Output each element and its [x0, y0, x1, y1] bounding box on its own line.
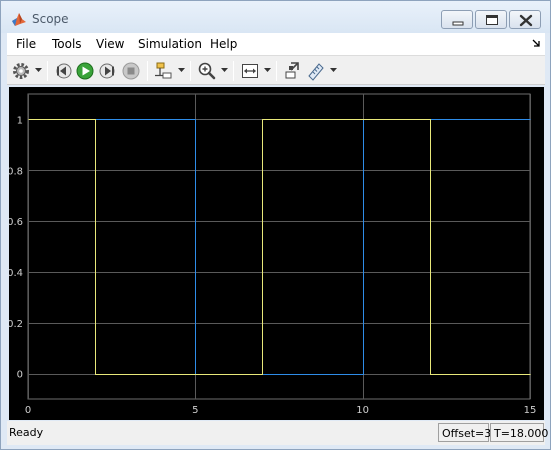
- x-tick-label: 10: [356, 405, 369, 416]
- zoom-dropdown-icon[interactable]: [221, 68, 228, 73]
- window-title: Scope: [32, 12, 69, 26]
- y-tick-label: 0.6: [9, 217, 23, 228]
- y-tick-label: 0.4: [9, 268, 23, 279]
- scope-plot[interactable]: 00.20.40.60.810 5 10 15: [9, 87, 544, 420]
- time-field: T=18.000: [490, 423, 548, 442]
- toolbar-separator: [147, 61, 148, 81]
- x-tick-label: 15: [524, 405, 537, 416]
- matlab-icon: [12, 13, 26, 26]
- status-text: Ready: [9, 426, 44, 439]
- menu-tools[interactable]: Tools: [52, 37, 82, 51]
- menu-bar: File Tools View Simulation Help: [7, 33, 545, 55]
- step-back-icon[interactable]: [53, 61, 73, 81]
- maximize-button[interactable]: [475, 10, 507, 29]
- scope-display[interactable]: 0 0.2 0.4 0.6 0.8 1 0 5 10 15: [9, 87, 544, 420]
- menu-simulation[interactable]: Simulation: [138, 37, 202, 51]
- offset-field: Offset=3: [438, 423, 491, 442]
- title-bar[interactable]: Scope: [1, 1, 550, 33]
- autoscale-icon[interactable]: [240, 61, 260, 81]
- toolbar: [7, 55, 545, 85]
- x-tick-label: 5: [192, 405, 198, 416]
- scope-window: Scope File Tools View Simulation Help 0 …: [0, 0, 551, 450]
- step-forward-icon[interactable]: [98, 61, 118, 81]
- signal-selector-icon[interactable]: [154, 61, 174, 81]
- run-icon[interactable]: [75, 61, 95, 81]
- close-icon: [519, 14, 533, 27]
- measurements-icon[interactable]: [306, 61, 326, 81]
- undock-arrow-icon[interactable]: [531, 37, 541, 49]
- toolbar-separator: [276, 61, 277, 81]
- status-bar: Ready Offset=3 T=18.000: [7, 421, 548, 445]
- y-tick-label: 0.8: [9, 166, 23, 177]
- y-tick-label: 0.2: [9, 319, 23, 330]
- menu-view[interactable]: View: [96, 37, 124, 51]
- measurements-dropdown-icon[interactable]: [330, 68, 337, 73]
- menu-help[interactable]: Help: [210, 37, 237, 51]
- toolbar-separator: [47, 61, 48, 81]
- x-tick-label: 0: [25, 405, 31, 416]
- maximize-icon: [486, 15, 498, 25]
- highlight-block-icon[interactable]: [283, 61, 303, 81]
- y-tick-label: 0: [17, 370, 23, 381]
- toolbar-separator: [233, 61, 234, 81]
- zoom-icon[interactable]: [197, 61, 217, 81]
- settings-dropdown-icon[interactable]: [35, 68, 42, 73]
- plot-axes-box: [27, 93, 531, 400]
- close-button[interactable]: [509, 10, 541, 29]
- menu-file[interactable]: File: [16, 37, 36, 51]
- autoscale-dropdown-icon[interactable]: [264, 68, 271, 73]
- toolbar-separator: [190, 61, 191, 81]
- signal-selector-dropdown-icon[interactable]: [178, 68, 185, 73]
- minimize-button[interactable]: [441, 10, 473, 29]
- y-tick-label: 1: [17, 115, 23, 126]
- stop-icon[interactable]: [121, 61, 141, 81]
- minimize-icon: [452, 21, 464, 26]
- settings-icon[interactable]: [11, 61, 31, 81]
